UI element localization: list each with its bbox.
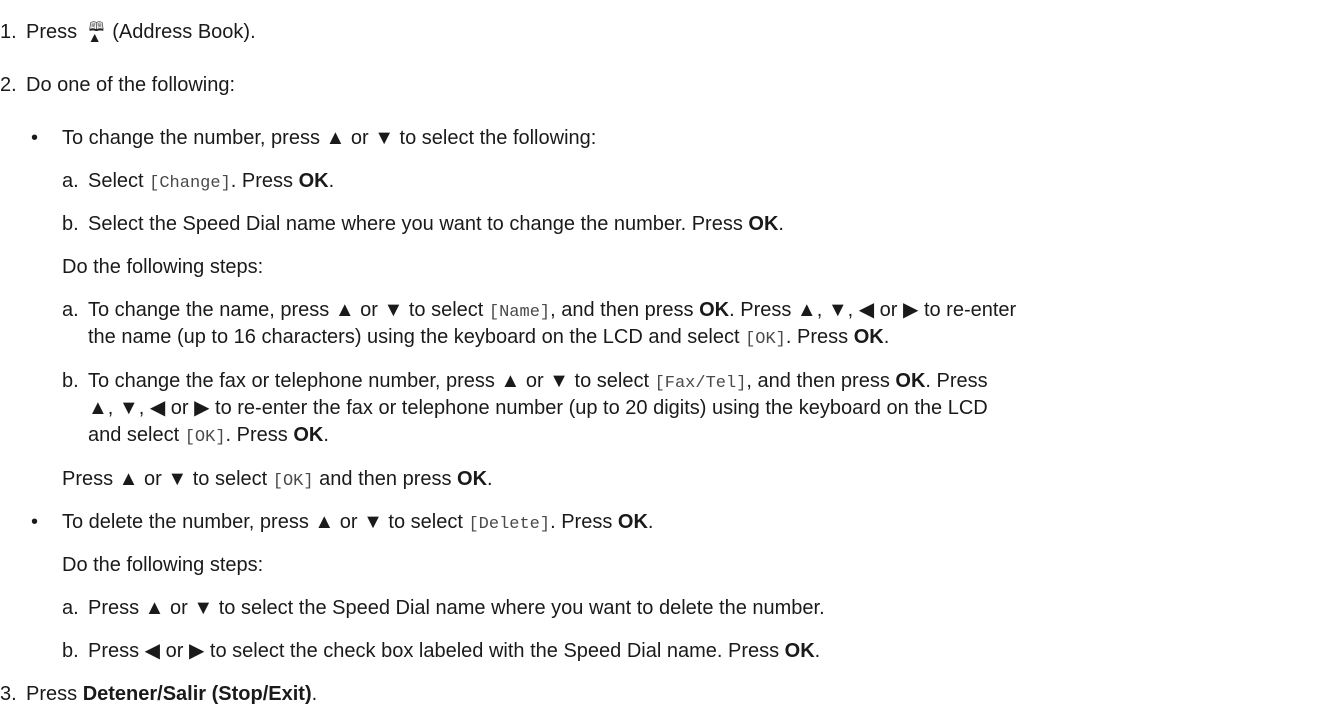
substep-change-fax: b. To change the fax or telephone number,…	[62, 370, 988, 393]
bullet-mark: •	[31, 127, 39, 149]
ok-key: OK	[784, 640, 815, 662]
substep-select-change: a. Select [Change]. Press OK.	[62, 170, 335, 193]
ok-key: OK	[457, 468, 488, 490]
ok-key: OK	[853, 326, 884, 348]
bullet-change-number: • To change the number, press ▲ or ▼ to s…	[31, 127, 597, 149]
step-number: 1.	[0, 21, 17, 43]
substep-select-delete-name: a. Press ▲ or ▼ to select the Speed Dial …	[62, 597, 825, 619]
step-3: 3. Press Detener/Salir (Stop/Exit).	[0, 683, 318, 705]
substep-change-name-line2: the name (up to 16 characters) using the…	[88, 326, 890, 349]
substep-select-name: b. Select the Speed Dial name where you w…	[62, 213, 784, 235]
substep-check-box: b. Press ◀ or ▶ to select the check box l…	[62, 640, 821, 662]
substep-change-fax-line3: and select [OK]. Press OK.	[88, 424, 329, 447]
bullet-mark: •	[31, 511, 39, 533]
bullet-delete-number: • To delete the number, press ▲ or ▼ to s…	[31, 511, 654, 534]
substep-change-name: a. To change the name, press ▲ or ▼ to se…	[62, 299, 1017, 322]
substep-change-fax-line2: ▲, ▼, ◀ or ▶ to re-enter the fax or tele…	[88, 397, 988, 419]
ok-key: OK	[895, 370, 926, 392]
step-2: 2. Do one of the following:	[0, 74, 236, 96]
code-change: [Change]	[149, 174, 231, 193]
step-number: 3.	[0, 683, 17, 705]
stop-exit-key: Detener/Salir (Stop/Exit)	[82, 683, 312, 705]
address-book-icon: 🕮 ▲	[87, 19, 105, 45]
ok-key: OK	[748, 213, 779, 235]
press-ok-confirm: Press ▲ or ▼ to select [OK] and then pre…	[62, 468, 493, 491]
ok-key: OK	[298, 170, 329, 192]
do-following-steps: Do the following steps:	[62, 256, 264, 278]
step-number: 2.	[0, 74, 17, 96]
step-1: 1. Press 🕮 ▲ (Address Book).	[0, 19, 256, 45]
ok-key: OK	[293, 424, 324, 446]
ok-key: OK	[617, 511, 648, 533]
do-following-steps-delete: Do the following steps:	[62, 554, 264, 576]
ok-key: OK	[699, 299, 730, 321]
